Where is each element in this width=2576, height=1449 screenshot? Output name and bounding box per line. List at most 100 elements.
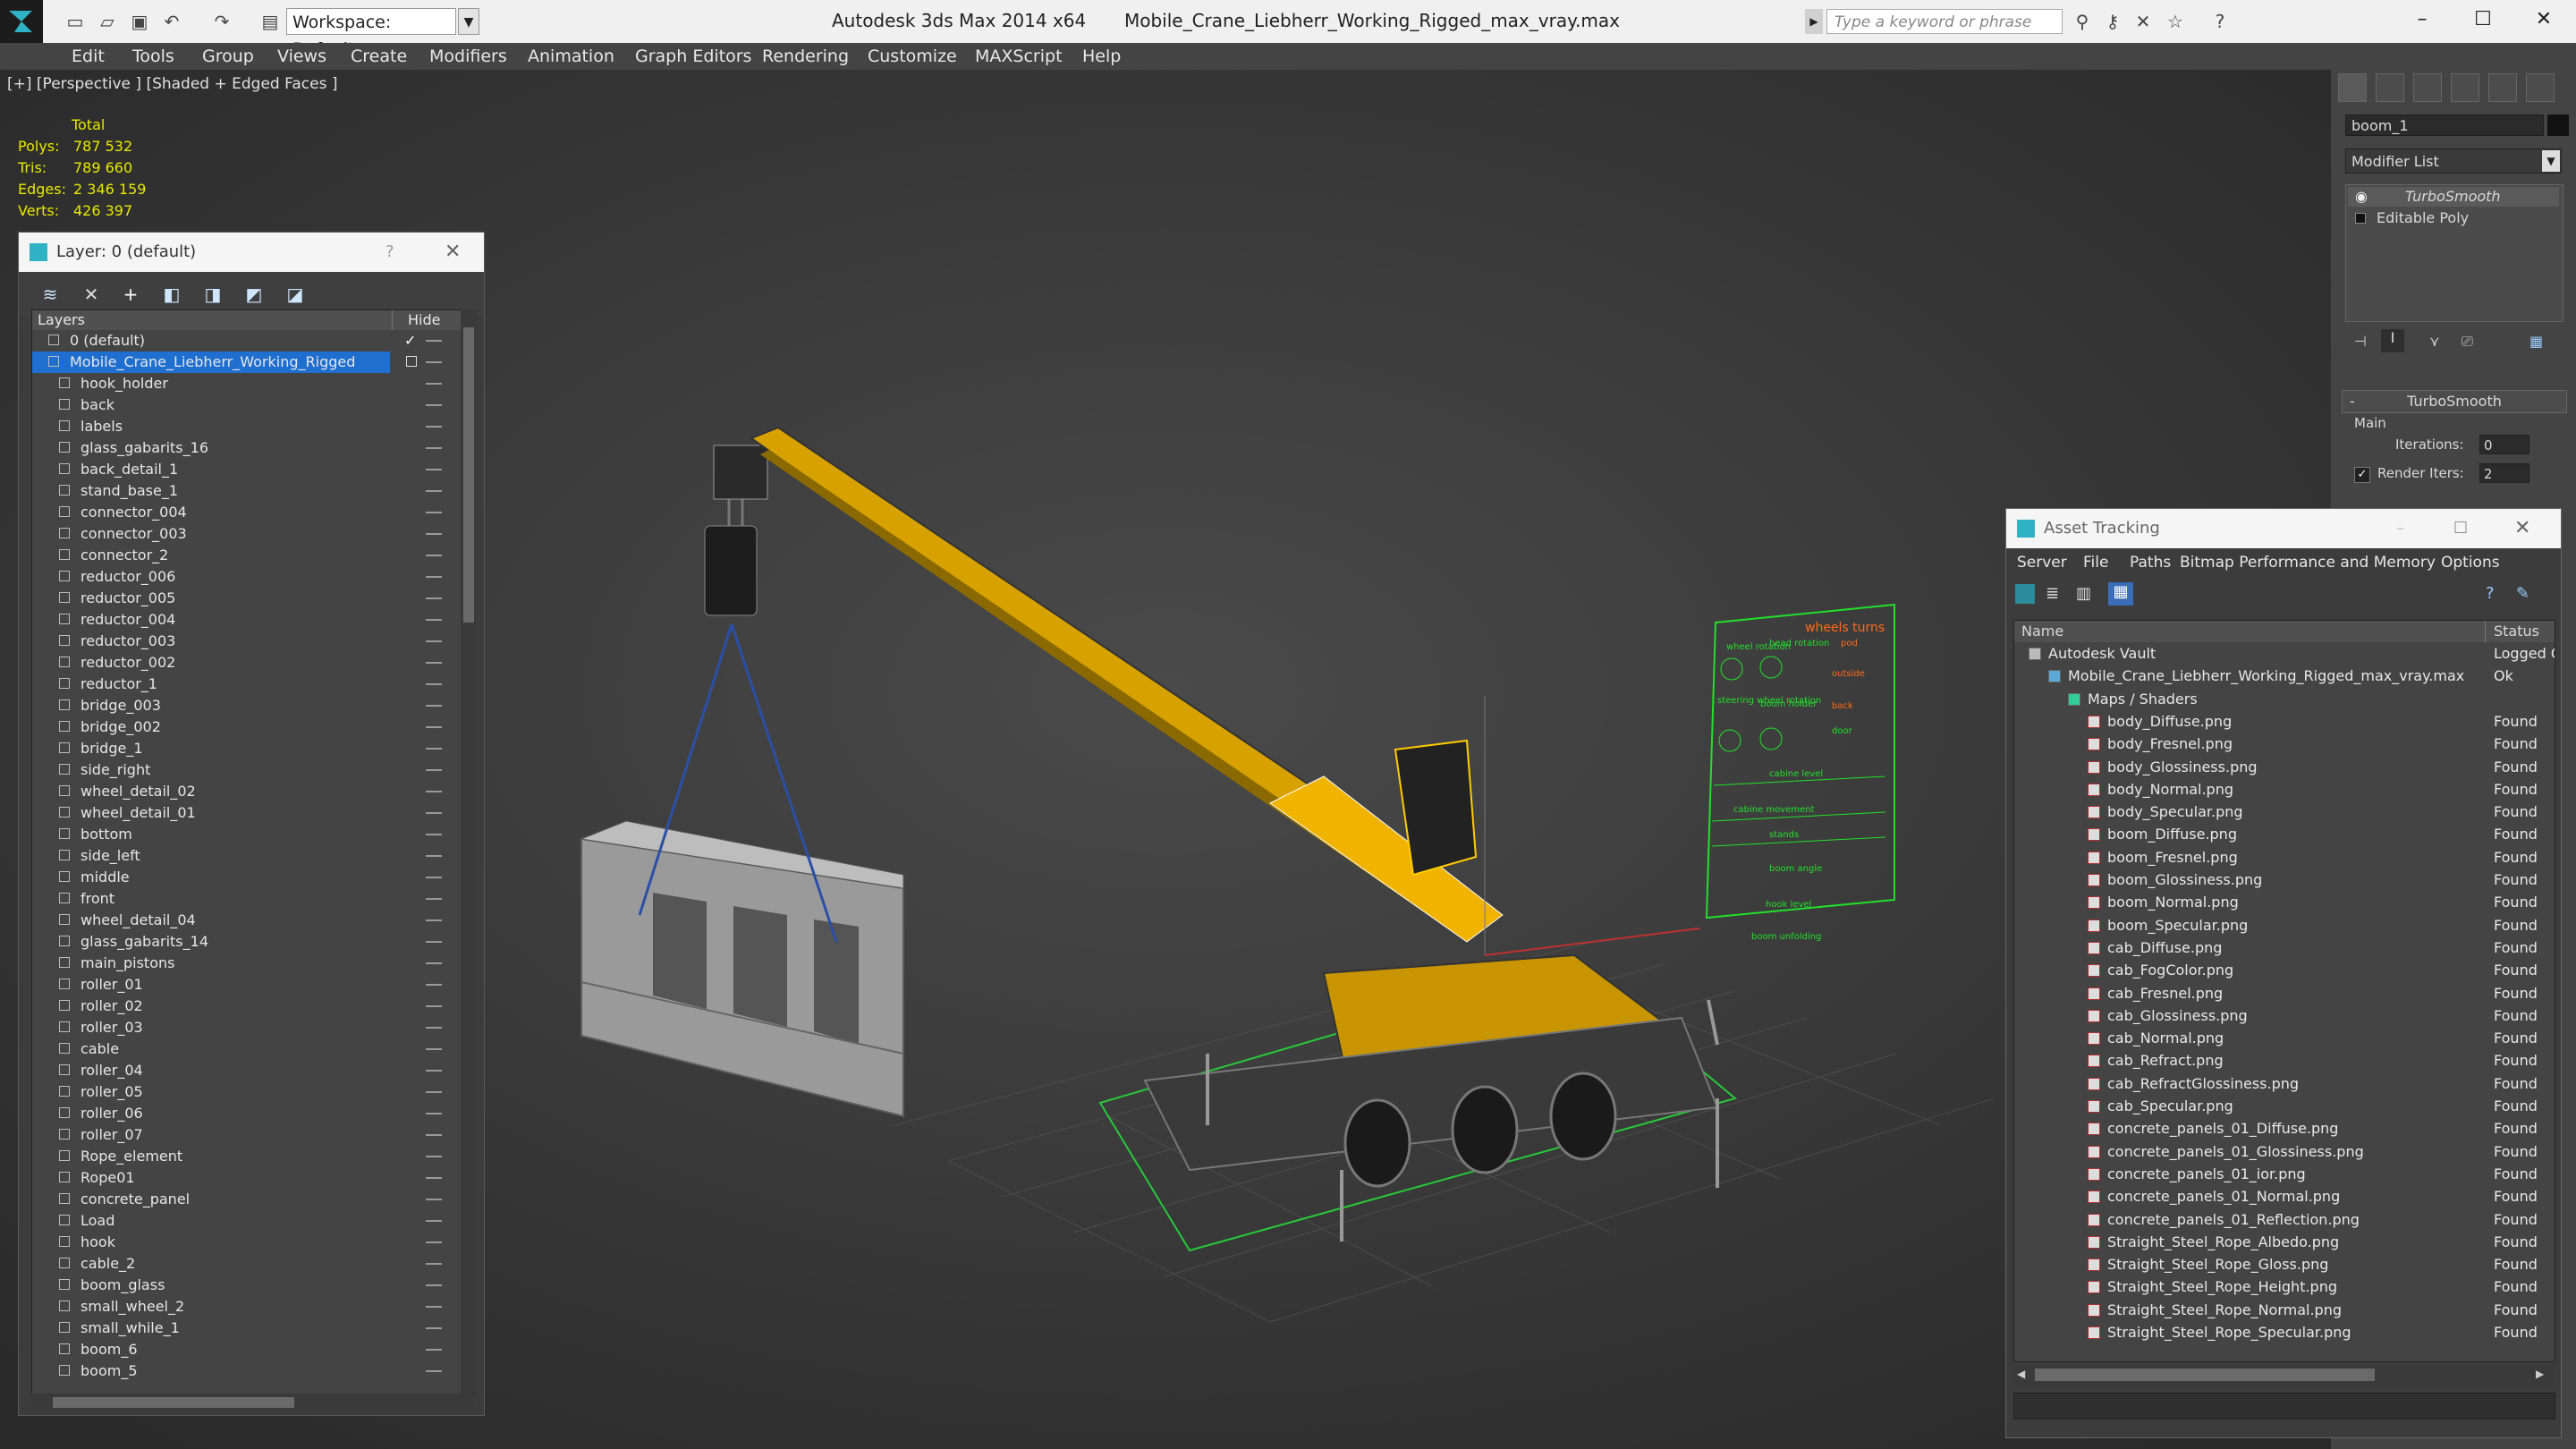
viewport-label[interactable]: [+] [Perspective ] [Shaded + Edged Faces…: [7, 75, 337, 93]
asset-row[interactable]: cab_Glossiness.png Found: [2014, 1004, 2555, 1027]
scroll-right-icon[interactable]: ▶: [2536, 1368, 2544, 1380]
layer-row[interactable]: Mobile_Crane_Liebherr_Working_Rigged: [32, 352, 442, 373]
add-to-layer-icon[interactable]: +: [119, 283, 142, 306]
show-end-result-icon[interactable]: Ⅰ: [2381, 329, 2404, 352]
layer-row[interactable]: bridge_002: [32, 716, 453, 738]
hide-toggle[interactable]: [426, 490, 442, 492]
asset-row[interactable]: cab_FogColor.png Found: [2014, 959, 2555, 981]
status-column-header[interactable]: Status: [2494, 621, 2539, 642]
layer-row[interactable]: small_while_1: [32, 1318, 453, 1339]
hide-toggle[interactable]: [426, 1349, 442, 1351]
layer-row[interactable]: glass_gabarits_16: [32, 437, 453, 459]
freeze-all-icon[interactable]: ◪: [284, 283, 307, 306]
hide-toggle[interactable]: [426, 1327, 442, 1329]
layer-row[interactable]: Load: [32, 1210, 453, 1232]
hide-toggle[interactable]: [426, 941, 442, 943]
layer-row[interactable]: reductor_005: [32, 588, 453, 609]
layer-row[interactable]: reductor_004: [32, 609, 453, 631]
layer-row[interactable]: main_pistons: [32, 953, 453, 974]
asset-menu-file[interactable]: File: [2083, 548, 2108, 577]
asset-row[interactable]: Autodesk Vault Logged O: [2014, 642, 2555, 665]
layer-row[interactable]: hook: [32, 1232, 453, 1253]
hide-toggle[interactable]: [426, 1370, 442, 1372]
asset-menu-options[interactable]: Options: [2441, 548, 2500, 577]
name-column-header[interactable]: Name: [2021, 621, 2063, 642]
hide-toggle[interactable]: [426, 812, 442, 814]
layer-row[interactable]: labels: [32, 416, 453, 437]
hide-toggle[interactable]: [426, 1091, 442, 1093]
hide-toggle[interactable]: [426, 769, 442, 771]
asset-row[interactable]: Straight_Steel_Rope_Specular.png Found: [2014, 1321, 2555, 1343]
hide-toggle[interactable]: [426, 361, 442, 363]
asset-row[interactable]: cab_Specular.png Found: [2014, 1095, 2555, 1117]
asset-dialog-titlebar[interactable]: Asset Tracking – ☐ ✕: [2006, 509, 2561, 548]
layer-row[interactable]: 0 (default) ✓: [32, 330, 453, 352]
pin-stack-icon[interactable]: ⊣: [2354, 333, 2367, 350]
hide-all-icon[interactable]: ◩: [242, 283, 266, 306]
menu-maxscript[interactable]: MAXScript: [975, 43, 1063, 70]
hide-toggle[interactable]: [426, 662, 442, 664]
layer-row[interactable]: reductor_002: [32, 652, 453, 674]
hide-toggle[interactable]: [426, 1027, 442, 1029]
layer-row[interactable]: wheel_detail_04: [32, 910, 453, 931]
menu-graph-editors[interactable]: Graph Editors: [635, 43, 751, 70]
asset-row[interactable]: body_Diffuse.png Found: [2014, 710, 2555, 733]
asset-row[interactable]: Straight_Steel_Rope_Gloss.png Found: [2014, 1253, 2555, 1275]
layers-column-header[interactable]: Layers: [38, 310, 85, 330]
asset-menu-bitmap[interactable]: Bitmap Performance and Memory: [2180, 548, 2436, 577]
asset-row[interactable]: body_Specular.png Found: [2014, 801, 2555, 823]
asset-path-field[interactable]: [2013, 1393, 2555, 1419]
asset-row[interactable]: body_Normal.png Found: [2014, 778, 2555, 801]
utilities-tab-icon[interactable]: [2526, 73, 2555, 102]
menu-customize[interactable]: Customize: [868, 43, 957, 70]
asset-row[interactable]: Mobile_Crane_Liebherr_Working_Rigged_max…: [2014, 665, 2555, 687]
layer-row[interactable]: reductor_006: [32, 566, 453, 588]
layer-row[interactable]: roller_01: [32, 974, 453, 996]
layer-dialog-titlebar[interactable]: Layer: 0 (default) ? ✕: [19, 233, 484, 272]
chevron-down-icon[interactable]: ▼: [458, 8, 479, 35]
layer-row[interactable]: concrete_panel: [32, 1189, 453, 1210]
maximize-icon[interactable]: ☐: [2456, 4, 2510, 36]
layer-row[interactable]: roller_05: [32, 1081, 453, 1103]
layer-row[interactable]: roller_06: [32, 1103, 453, 1124]
layer-horizontal-scrollbar[interactable]: [31, 1394, 473, 1411]
display-tab-icon[interactable]: [2488, 73, 2517, 102]
hide-toggle[interactable]: [426, 834, 442, 835]
asset-close-icon[interactable]: ✕: [2514, 509, 2530, 548]
hide-toggle[interactable]: [426, 597, 442, 599]
hide-toggle[interactable]: [426, 1156, 442, 1157]
keyword-search-input[interactable]: Type a keyword or phrase: [1826, 9, 2063, 34]
layer-scroll-thumb[interactable]: [463, 327, 474, 623]
object-color-swatch[interactable]: [2547, 114, 2569, 136]
hide-toggle[interactable]: [426, 1113, 442, 1114]
asset-row[interactable]: Straight_Steel_Rope_Height.png Found: [2014, 1275, 2555, 1298]
hide-toggle[interactable]: [426, 705, 442, 707]
new-file-icon[interactable]: ▭: [64, 11, 86, 32]
layer-row[interactable]: front: [32, 888, 453, 910]
lightbulb-icon[interactable]: ◉: [2355, 187, 2368, 207]
render-iters-spinner[interactable]: 2: [2479, 463, 2529, 483]
asset-row[interactable]: concrete_panels_01_Reflection.png Found: [2014, 1208, 2555, 1231]
minimize-icon[interactable]: –: [2395, 4, 2449, 36]
hide-toggle[interactable]: [426, 1048, 442, 1050]
expand-search-icon[interactable]: ▶: [1805, 9, 1823, 34]
hide-toggle[interactable]: [426, 576, 442, 578]
layer-row[interactable]: bottom: [32, 824, 453, 845]
layer-row[interactable]: Rope01: [32, 1167, 453, 1189]
layer-row[interactable]: Rope_element: [32, 1146, 453, 1167]
modifier-stack[interactable]: ◉ TurboSmooth Editable Poly: [2345, 184, 2563, 322]
asset-menu-server[interactable]: Server: [2017, 548, 2067, 577]
layer-row[interactable]: cable_2: [32, 1253, 453, 1275]
asset-row[interactable]: boom_Specular.png Found: [2014, 914, 2555, 936]
layer-row[interactable]: cable: [32, 1038, 453, 1060]
layer-row[interactable]: wheel_detail_01: [32, 802, 453, 824]
iterations-spinner[interactable]: 0: [2479, 435, 2529, 454]
asset-row[interactable]: cab_RefractGlossiness.png Found: [2014, 1072, 2555, 1095]
menu-rendering[interactable]: Rendering: [762, 43, 849, 70]
list-view-icon[interactable]: ≣: [2046, 584, 2065, 604]
hide-toggle[interactable]: [426, 426, 442, 428]
hide-toggle[interactable]: [426, 555, 442, 556]
layer-row[interactable]: back_detail_1: [32, 459, 453, 480]
layer-row[interactable]: roller_04: [32, 1060, 453, 1081]
hide-toggle[interactable]: [426, 340, 442, 342]
